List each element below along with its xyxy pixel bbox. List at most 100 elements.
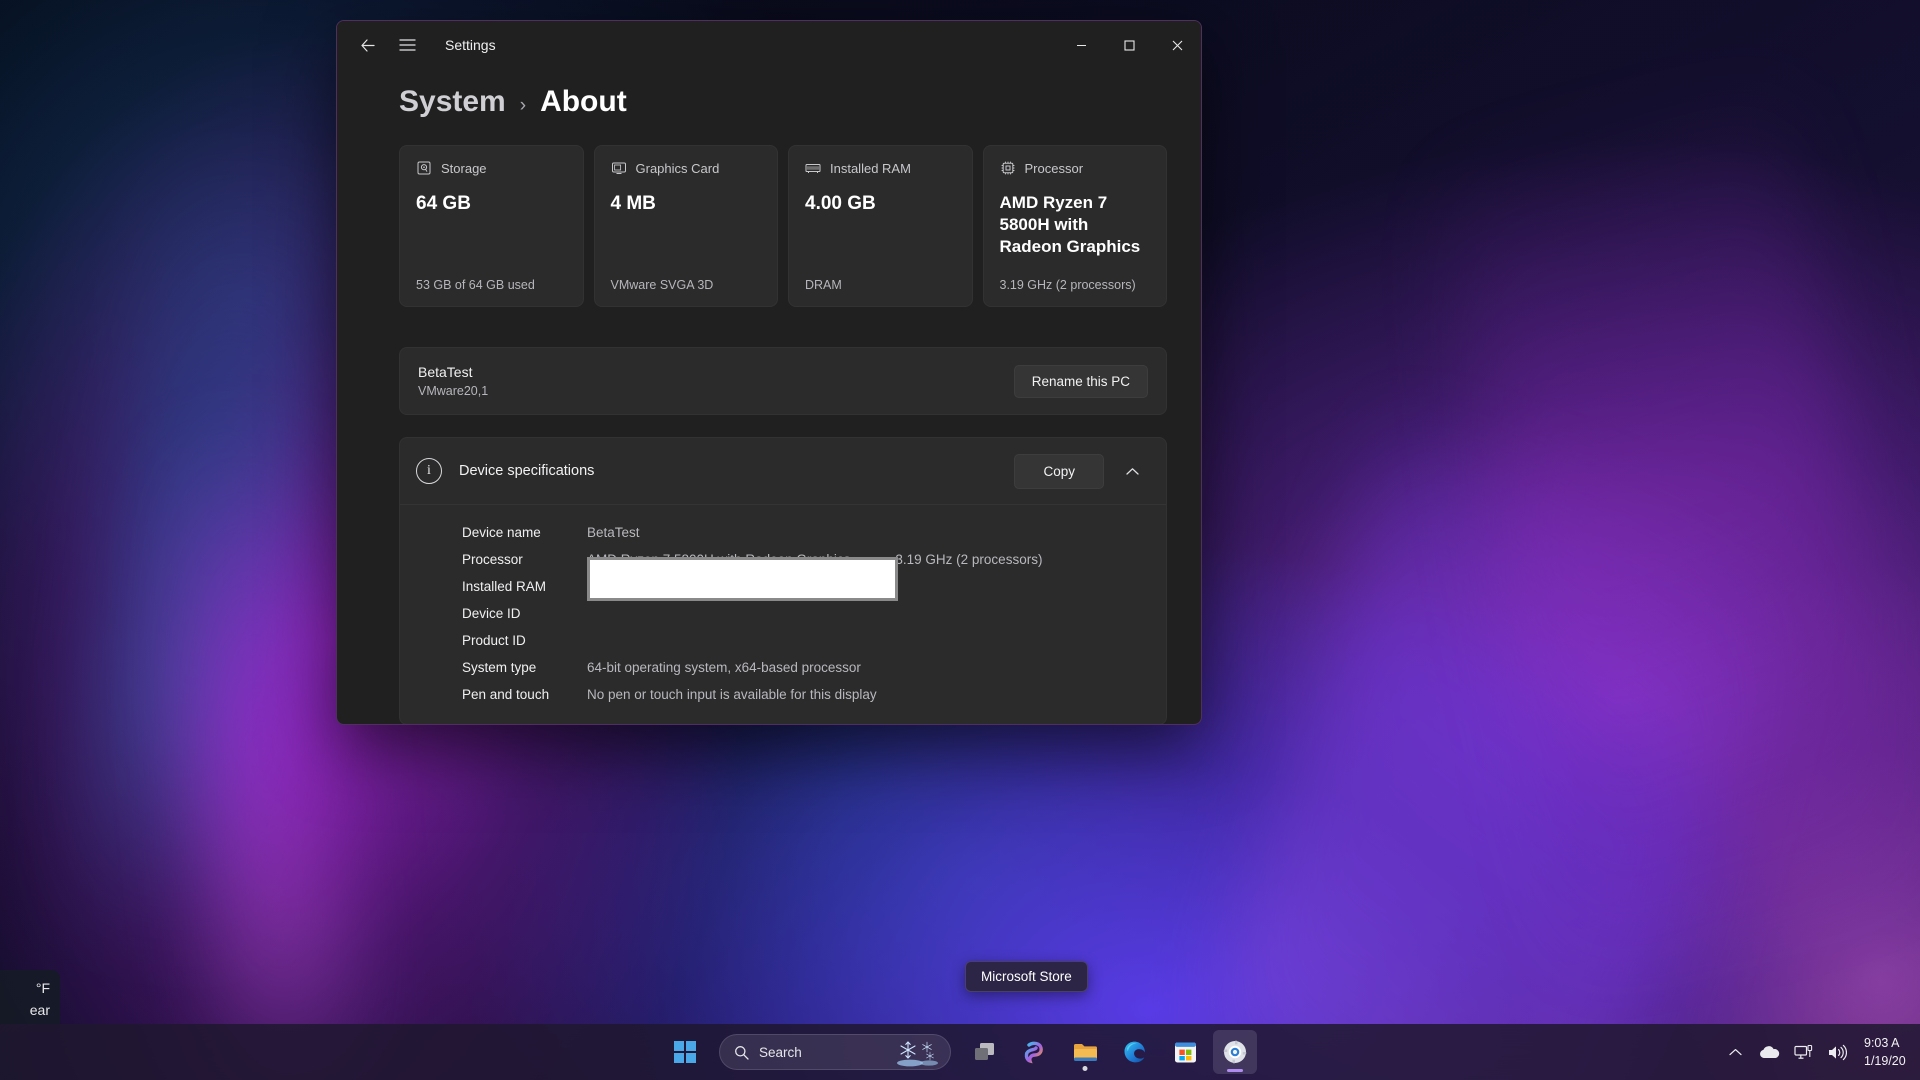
memory-stick-icon xyxy=(805,164,821,173)
maximize-button[interactable] xyxy=(1105,21,1153,69)
edge-icon xyxy=(1124,1041,1145,1063)
card-footer: 53 GB of 64 GB used xyxy=(416,278,535,292)
pc-name: BetaTest xyxy=(418,363,473,380)
card-value: 4 MB xyxy=(610,193,656,214)
section-actions: Copy xyxy=(1014,453,1148,489)
spec-value: BetaTest xyxy=(587,525,640,540)
spec-row: Pen and touch No pen or touch input is a… xyxy=(400,681,1166,708)
settings-window: Settings System › About Storage 64 GB 53… xyxy=(336,20,1202,725)
taskbar-center-group: Search xyxy=(663,1024,1257,1080)
settings-content: System › About Storage 64 GB 53 GB of 64… xyxy=(337,69,1201,724)
settings-button[interactable] xyxy=(1213,1030,1257,1074)
card-ram: Installed RAM 4.00 GB DRAM xyxy=(788,145,973,307)
card-value: 64 GB xyxy=(416,193,471,214)
breadcrumb-separator: › xyxy=(519,95,527,116)
network-icon xyxy=(1793,1044,1812,1059)
collapse-section-button[interactable] xyxy=(1116,455,1148,487)
clock[interactable]: 9:03 A 1/19/20 xyxy=(1856,1034,1920,1070)
card-footer: VMware SVGA 3D xyxy=(610,278,714,292)
spec-row: System type 64-bit operating system, x64… xyxy=(400,654,1166,681)
page-title: About xyxy=(540,85,627,118)
section-title: Device specifications xyxy=(459,463,595,479)
onedrive-button[interactable] xyxy=(1754,1033,1784,1071)
edge-browser-button[interactable] xyxy=(1113,1030,1157,1074)
card-graphics: Graphics Card 4 MB VMware SVGA 3D xyxy=(593,145,778,307)
card-footer: DRAM xyxy=(805,278,842,292)
chevron-up-icon xyxy=(1728,1048,1742,1055)
device-summary-cards: Storage 64 GB 53 GB of 64 GB used Graphi… xyxy=(369,145,1169,307)
breadcrumb: System › About xyxy=(369,69,1169,145)
spec-row: Device name BetaTest xyxy=(400,519,1166,546)
close-icon xyxy=(1172,40,1182,50)
breadcrumb-system[interactable]: System xyxy=(399,85,506,119)
microsoft-store-icon xyxy=(1174,1042,1196,1062)
device-specifications-body: Device name BetaTest Processor AMD Ryzen… xyxy=(400,504,1166,724)
card-header: Storage xyxy=(416,160,567,176)
card-value: AMD Ryzen 7 5800H with Radeon Graphics xyxy=(999,193,1141,256)
cloud-icon xyxy=(1760,1045,1780,1058)
card-label: Installed RAM xyxy=(830,160,911,176)
info-circle-icon: i xyxy=(416,458,442,484)
spec-label: Product ID xyxy=(462,633,526,648)
start-button[interactable] xyxy=(663,1030,707,1074)
spec-value: 64-bit operating system, x64-based proce… xyxy=(587,660,861,675)
card-value: 4.00 GB xyxy=(805,193,876,214)
clock-time: 9:03 A xyxy=(1864,1035,1900,1050)
card-label: Processor xyxy=(1024,160,1084,176)
network-button[interactable] xyxy=(1788,1033,1818,1071)
active-window-indicator xyxy=(1227,1069,1243,1072)
card-processor: Processor AMD Ryzen 7 5800H with Radeon … xyxy=(982,145,1167,307)
window-titlebar: Settings xyxy=(337,21,1201,69)
copilot-icon xyxy=(1024,1041,1043,1064)
weather-widget[interactable]: °F ear xyxy=(0,970,60,1032)
pc-name-section: BetaTest VMware20,1 Rename this PC xyxy=(399,347,1167,415)
processor-chip-icon xyxy=(1001,161,1014,175)
spec-value-secondary: 3.19 GHz (2 processors) xyxy=(895,552,1043,567)
redacted-id-overlay xyxy=(587,557,898,601)
spec-label: Pen and touch xyxy=(462,687,550,702)
window-title: Settings xyxy=(445,37,496,53)
back-button[interactable] xyxy=(347,28,387,62)
file-explorer-button[interactable] xyxy=(1063,1030,1107,1074)
card-header: Graphics Card xyxy=(611,160,762,176)
spec-label: Installed RAM xyxy=(462,579,547,594)
copilot-button[interactable] xyxy=(1013,1030,1057,1074)
spec-value: No pen or touch input is available for t… xyxy=(587,687,877,702)
search-icon xyxy=(735,1045,749,1060)
clock-date: 1/19/20 xyxy=(1864,1054,1906,1068)
minimize-icon xyxy=(1076,44,1086,46)
card-header: Processor xyxy=(1000,160,1151,176)
running-indicator xyxy=(1082,1066,1088,1071)
pc-identity: BetaTest VMware20,1 xyxy=(418,362,488,400)
microsoft-store-button[interactable] xyxy=(1163,1030,1207,1074)
card-label: Graphics Card xyxy=(635,160,720,176)
search-input[interactable]: Search xyxy=(719,1034,951,1070)
show-hidden-icons-button[interactable] xyxy=(1720,1033,1750,1071)
weather-temperature: °F xyxy=(35,980,50,996)
gear-icon xyxy=(1223,1040,1247,1064)
weather-condition: ear xyxy=(29,1001,50,1018)
taskbar-tooltip: Microsoft Store xyxy=(965,961,1088,992)
card-storage: Storage 64 GB 53 GB of 64 GB used xyxy=(399,145,584,307)
minimize-button[interactable] xyxy=(1057,21,1105,69)
hamburger-menu-button[interactable] xyxy=(387,28,427,62)
spec-label: Device ID xyxy=(462,606,521,621)
volume-icon xyxy=(1829,1044,1847,1060)
volume-button[interactable] xyxy=(1822,1033,1852,1071)
folder-icon xyxy=(1073,1044,1097,1061)
copy-button[interactable]: Copy xyxy=(1014,453,1104,489)
task-view-button[interactable] xyxy=(963,1030,1007,1074)
windows-logo-icon xyxy=(674,1041,696,1063)
pc-model: VMware20,1 xyxy=(418,384,489,399)
spec-label: System type xyxy=(462,660,537,675)
close-button[interactable] xyxy=(1153,21,1201,69)
system-tray: 9:03 A 1/19/20 xyxy=(1720,1024,1920,1080)
hamburger-menu-icon xyxy=(398,39,416,51)
rename-pc-button[interactable]: Rename this PC xyxy=(1013,364,1148,398)
taskbar: Search 9:03 A 1/19/20 xyxy=(0,1024,1920,1080)
monitor-icon xyxy=(611,162,626,174)
card-label: Storage xyxy=(441,160,487,176)
card-footer: 3.19 GHz (2 processors) xyxy=(999,278,1136,292)
device-specifications-header[interactable]: i Device specifications Copy xyxy=(400,438,1166,504)
spec-row: Device ID xyxy=(400,600,1166,627)
